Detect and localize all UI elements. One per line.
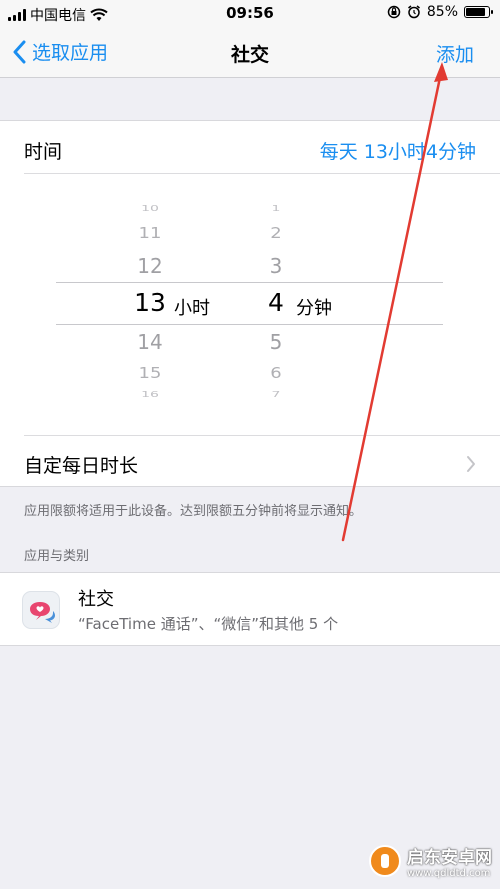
- time-row[interactable]: 时间 每天 13小时4分钟: [24, 135, 476, 165]
- minute-option[interactable]: 7: [246, 391, 306, 400]
- custom-row-label: 自定每日时长: [24, 454, 139, 477]
- category-subtitle: “FaceTime 通话”、“微信”和其他 5 个: [78, 615, 339, 633]
- time-picker[interactable]: 10 11 12 13 14 15 16 小时 1 2 3 4 5 6 7 分钟: [0, 173, 500, 431]
- time-label: 时间: [24, 140, 63, 163]
- nav-bar: 选取应用 社交 添加: [0, 28, 500, 78]
- minute-option[interactable]: 1: [246, 205, 306, 214]
- apps-section-header: 应用与类别: [24, 549, 90, 564]
- minute-option[interactable]: 5: [246, 330, 306, 354]
- time-card: 时间 每天 13小时4分钟 10 11 12 13 14 15 16 小时 1 …: [0, 120, 500, 487]
- time-value: 每天 13小时4分钟: [319, 140, 476, 163]
- battery-percent: 85%: [426, 4, 458, 20]
- watermark-title: 启东安卓网: [407, 848, 492, 868]
- hour-option[interactable]: 10: [120, 205, 180, 214]
- minute-option[interactable]: 6: [246, 365, 306, 383]
- status-right: 85%: [387, 4, 493, 20]
- page-title: 社交: [230, 44, 269, 66]
- hour-option[interactable]: 15: [120, 365, 180, 383]
- hour-option[interactable]: 16: [120, 391, 180, 400]
- limit-note: 应用限额将适用于此设备。达到限额五分钟前将显示通知。: [24, 504, 363, 519]
- social-chat-icon: [22, 591, 60, 629]
- status-bar: 中国电信 09:56 85%: [0, 0, 500, 28]
- watermark-url: www.qdldtd.com: [407, 868, 491, 879]
- watermark: 启东安卓网 www.qdldtd.com: [369, 843, 492, 879]
- alarm-icon: [407, 5, 420, 19]
- add-button[interactable]: 添加: [436, 40, 474, 67]
- hour-unit-label: 小时: [174, 298, 210, 319]
- picker-selection-bottom: [56, 324, 443, 325]
- picker-selection-top: [56, 282, 443, 283]
- hour-option[interactable]: 14: [120, 330, 180, 354]
- chevron-right-icon: [467, 456, 475, 472]
- hour-option[interactable]: 11: [120, 225, 180, 243]
- hour-option[interactable]: 12: [120, 254, 180, 278]
- minute-option[interactable]: 3: [246, 254, 306, 278]
- category-title: 社交: [78, 589, 114, 610]
- hour-selected[interactable]: 13: [120, 288, 180, 317]
- minute-option[interactable]: 2: [246, 225, 306, 243]
- app-category-row[interactable]: 社交 “FaceTime 通话”、“微信”和其他 5 个: [0, 572, 500, 646]
- watermark-logo-icon: [369, 845, 401, 877]
- battery-icon: [464, 6, 493, 18]
- divider: [24, 435, 500, 436]
- battery-level: [466, 8, 485, 16]
- custom-daily-duration-row[interactable]: 自定每日时长: [24, 449, 476, 479]
- minute-unit-label: 分钟: [296, 298, 332, 319]
- orientation-lock-icon: [387, 5, 401, 19]
